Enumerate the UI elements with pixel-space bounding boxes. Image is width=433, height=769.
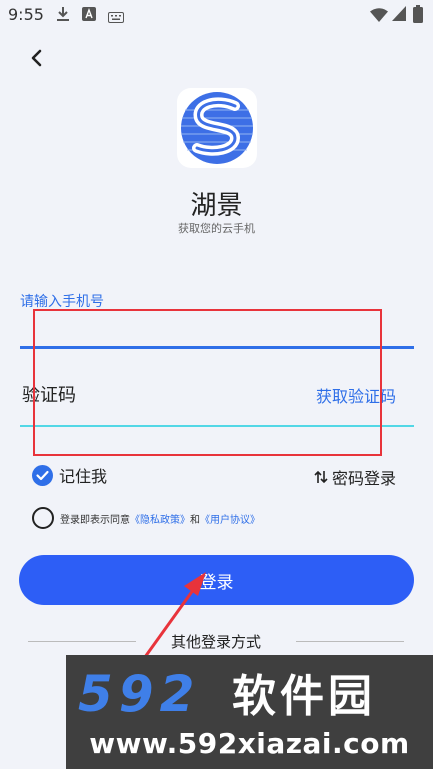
user-agreement-link[interactable]: 《用户协议》	[200, 515, 260, 526]
agreement-and: 和	[190, 514, 200, 526]
agreement-radio[interactable]	[32, 507, 54, 529]
phone-input[interactable]	[20, 318, 418, 348]
phone-label: 请输入手机号	[20, 294, 104, 310]
get-code-button[interactable]: 获取验证码	[316, 383, 396, 407]
app-name: 湖景	[190, 191, 243, 221]
swap-icon	[314, 470, 328, 484]
chevron-left-icon	[31, 49, 42, 67]
svg-text:592: 592	[78, 665, 200, 721]
phone-underline	[20, 346, 414, 349]
keyboard-icon	[108, 8, 124, 27]
download-icon	[56, 6, 70, 26]
svg-text:软件园: 软件园	[232, 671, 376, 721]
battery-icon	[413, 5, 423, 27]
status-bar: 9:55	[0, 0, 433, 30]
password-login-label: 密码登录	[332, 469, 397, 488]
login-button[interactable]: 登录	[19, 555, 414, 605]
watermark-url: www.592xiazai.com	[89, 727, 410, 760]
app-subtitle: 获取您的云手机	[178, 222, 255, 235]
verification-code-input[interactable]	[20, 378, 304, 412]
cellular-icon	[392, 6, 406, 25]
divider-right	[296, 641, 404, 642]
wifi-icon	[370, 7, 388, 26]
code-underline	[20, 425, 414, 427]
other-login-divider: 其他登录方式	[28, 631, 404, 651]
agreement-prefix: 登录即表示同意	[60, 514, 130, 526]
remember-me-label: 记住我	[59, 467, 108, 486]
watermark-logo: 592 软件园	[78, 665, 376, 721]
notification-a-icon	[82, 6, 96, 25]
app-logo	[177, 88, 257, 168]
status-time: 9:55	[8, 5, 44, 24]
watermark-banner: 592 软件园 www.592xiazai.com	[66, 655, 433, 769]
back-button[interactable]	[26, 44, 48, 72]
checkbox-checked-icon	[32, 464, 53, 486]
agreement-row: 登录即表示同意《隐私政策》和《用户协议》	[32, 507, 260, 529]
password-login-button[interactable]: 密码登录	[314, 465, 396, 489]
remember-me-checkbox[interactable]: 记住我	[32, 463, 107, 487]
agreement-text: 登录即表示同意《隐私政策》和《用户协议》	[60, 511, 260, 526]
privacy-policy-link[interactable]: 《隐私政策》	[130, 515, 190, 526]
